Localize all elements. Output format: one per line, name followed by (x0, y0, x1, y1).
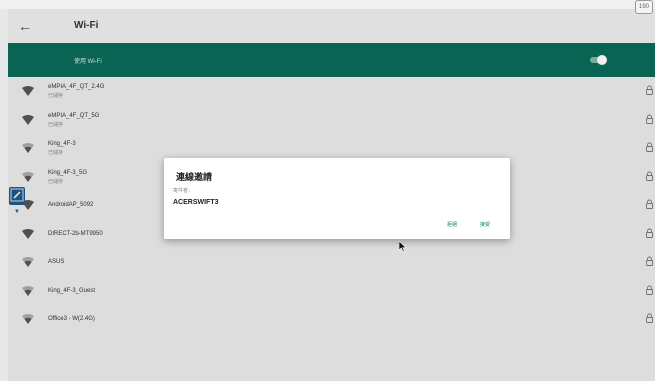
decline-button[interactable]: 拒絕 (447, 221, 457, 228)
sender-label: 寄件者： (173, 188, 194, 194)
accept-button[interactable]: 接受 (480, 221, 490, 228)
corner-badge[interactable]: 190 (635, 0, 653, 14)
sender-name: ACERSWIFT3 (173, 199, 219, 206)
connection-invite-dialog: 連線邀請 寄件者： ACERSWIFT3 拒絕 接受 (164, 158, 510, 239)
mouse-pointer-icon (399, 241, 407, 252)
top-strip (0, 0, 655, 9)
dialog-title: 連線邀請 (176, 172, 213, 182)
